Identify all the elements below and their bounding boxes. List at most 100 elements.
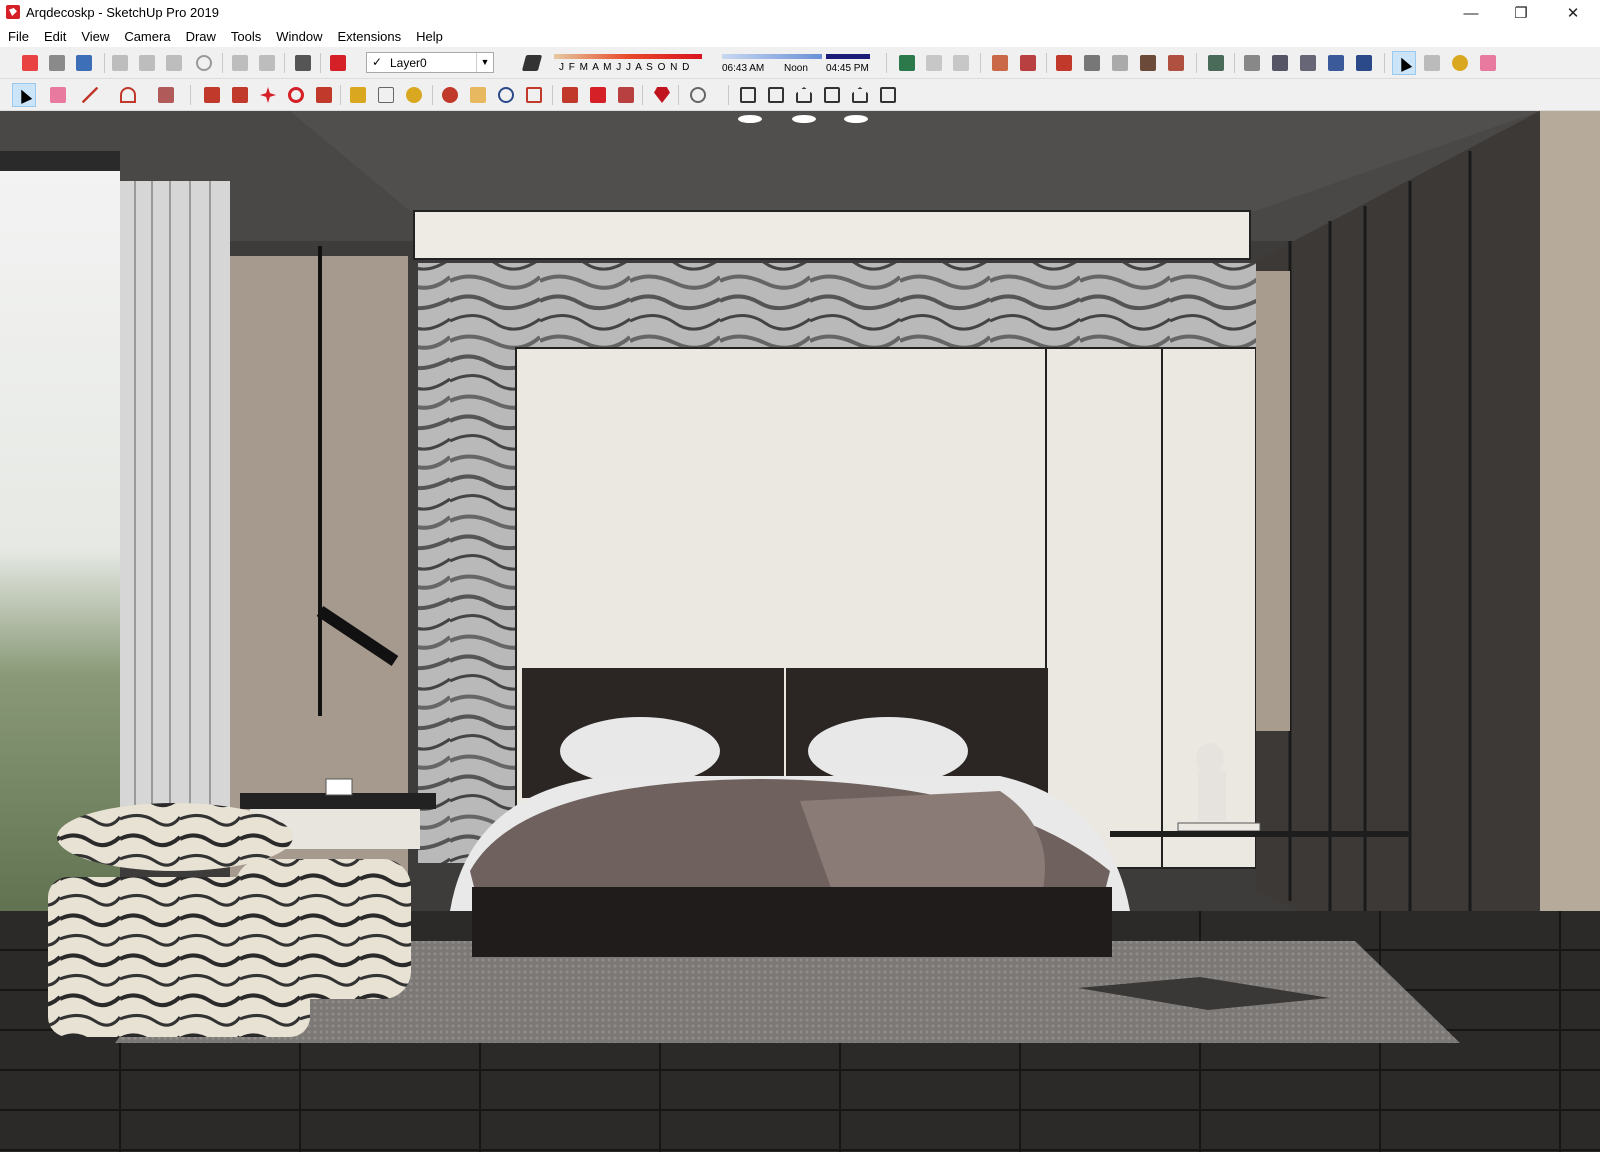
shadow-toggle-icon [521, 55, 543, 71]
foursquare-button[interactable] [895, 51, 919, 75]
right-button[interactable] [820, 83, 844, 107]
print-button[interactable] [291, 51, 315, 75]
pan-icon [470, 87, 486, 103]
save-button[interactable] [72, 51, 96, 75]
save-icon [76, 55, 92, 71]
select-tool-button[interactable] [12, 83, 36, 107]
back-button[interactable] [848, 83, 872, 107]
section-plane-button[interactable] [1052, 51, 1076, 75]
separator [678, 85, 679, 105]
paste-button[interactable] [162, 51, 186, 75]
menu-draw[interactable]: Draw [178, 26, 223, 46]
push-pull-icon [204, 87, 220, 103]
follow-me-button[interactable] [228, 83, 252, 107]
copy-button[interactable] [135, 51, 159, 75]
new-file-button[interactable] [18, 51, 42, 75]
xray-icon [1244, 55, 1260, 71]
toolbar-large-tools [0, 79, 1600, 111]
time-start: 06:43 AM [722, 63, 765, 74]
top-button[interactable] [764, 83, 788, 107]
menu-camera[interactable]: Camera [116, 26, 177, 46]
rectangle-button[interactable] [154, 83, 178, 107]
layer-select[interactable]: ✓ Layer0 ▼ [366, 52, 494, 73]
textured-button[interactable] [1352, 51, 1376, 75]
cut-button[interactable] [108, 51, 132, 75]
pan-button[interactable] [466, 83, 490, 107]
solid-tools-icon [1084, 55, 1100, 71]
menu-file[interactable]: File [0, 26, 36, 46]
sandbox-button[interactable] [922, 51, 946, 75]
text-button[interactable] [374, 83, 398, 107]
paint-tool-button[interactable] [1448, 51, 1472, 75]
shadow-toggle-button[interactable] [520, 51, 544, 75]
date-slider[interactable] [554, 54, 702, 59]
line-button[interactable] [78, 83, 102, 107]
menu-view[interactable]: View [73, 26, 116, 46]
zoom-extents-button[interactable] [522, 83, 546, 107]
eraser-button[interactable] [46, 83, 70, 107]
menu-bar: File Edit View Camera Draw Tools Window … [0, 26, 1600, 46]
arc-icon [120, 87, 136, 103]
component-button[interactable] [1420, 51, 1444, 75]
warehouse-button[interactable] [558, 83, 582, 107]
restore-button[interactable]: ❐ [1498, 0, 1544, 26]
style-button[interactable] [1164, 51, 1188, 75]
left-button[interactable] [876, 83, 900, 107]
texture-button[interactable] [988, 51, 1012, 75]
tape-measure-button[interactable] [346, 83, 370, 107]
outer-shell-button[interactable] [1108, 51, 1132, 75]
xray-button[interactable] [1240, 51, 1264, 75]
grid-button[interactable] [1016, 51, 1040, 75]
eraser-icon [50, 87, 66, 103]
paint-button[interactable] [402, 83, 426, 107]
separator [104, 53, 105, 73]
scale-button[interactable] [312, 83, 336, 107]
close-button[interactable]: ✕ [1550, 0, 1596, 26]
push-pull-button[interactable] [200, 83, 224, 107]
select-tool-button[interactable] [1392, 51, 1416, 75]
time-slider[interactable] [722, 54, 822, 59]
title-bar: Arqdecoskp - SketchUp Pro 2019 — ❐ ✕ [0, 0, 1600, 26]
stamp-button[interactable] [949, 51, 973, 75]
iso-button[interactable] [736, 83, 760, 107]
move-button[interactable] [256, 83, 280, 107]
layout-button[interactable] [614, 83, 638, 107]
rotate-button[interactable] [284, 83, 308, 107]
menu-extensions[interactable]: Extensions [330, 26, 409, 46]
zoom-button[interactable] [494, 83, 518, 107]
redo-button[interactable] [255, 51, 279, 75]
arc-button[interactable] [116, 83, 140, 107]
menu-edit[interactable]: Edit [36, 26, 73, 46]
orbit-button[interactable] [438, 83, 462, 107]
months-label: J F M A M J J A S O N D [559, 62, 691, 73]
solid-tools-button[interactable] [1080, 51, 1104, 75]
user-account-button[interactable] [686, 83, 710, 107]
toolbar-standard: ✓ Layer0 ▼ J F M A M J J A S O N D 06:43… [0, 47, 1600, 79]
shaded-button[interactable] [1324, 51, 1348, 75]
iso-view-button[interactable] [1204, 51, 1228, 75]
front-button[interactable] [792, 83, 816, 107]
paint-icon [1452, 55, 1468, 71]
warehouse-icon [562, 87, 578, 103]
text-icon [378, 87, 394, 103]
minimize-button[interactable]: — [1448, 0, 1494, 26]
front-icon [796, 87, 812, 103]
open-button[interactable] [45, 51, 69, 75]
wireframe-button[interactable] [1268, 51, 1292, 75]
model-viewport[interactable] [0, 111, 1600, 1152]
eraser-tool-button[interactable] [1476, 51, 1500, 75]
chevron-down-icon: ▼ [476, 53, 493, 72]
model-info-button[interactable] [326, 51, 350, 75]
separator [1234, 53, 1235, 73]
menu-tools[interactable]: Tools [223, 26, 268, 46]
erase-button[interactable] [192, 51, 216, 75]
menu-help[interactable]: Help [408, 26, 450, 46]
ruby-button[interactable] [650, 83, 674, 107]
menu-window[interactable]: Window [268, 26, 329, 46]
extension-warehouse-button[interactable] [586, 83, 610, 107]
checkmark-icon: ✓ [372, 55, 383, 69]
hidden-line-button[interactable] [1296, 51, 1320, 75]
paint-bucket-button[interactable] [1136, 51, 1160, 75]
undo-button[interactable] [228, 51, 252, 75]
outer-shell-icon [1112, 55, 1128, 71]
